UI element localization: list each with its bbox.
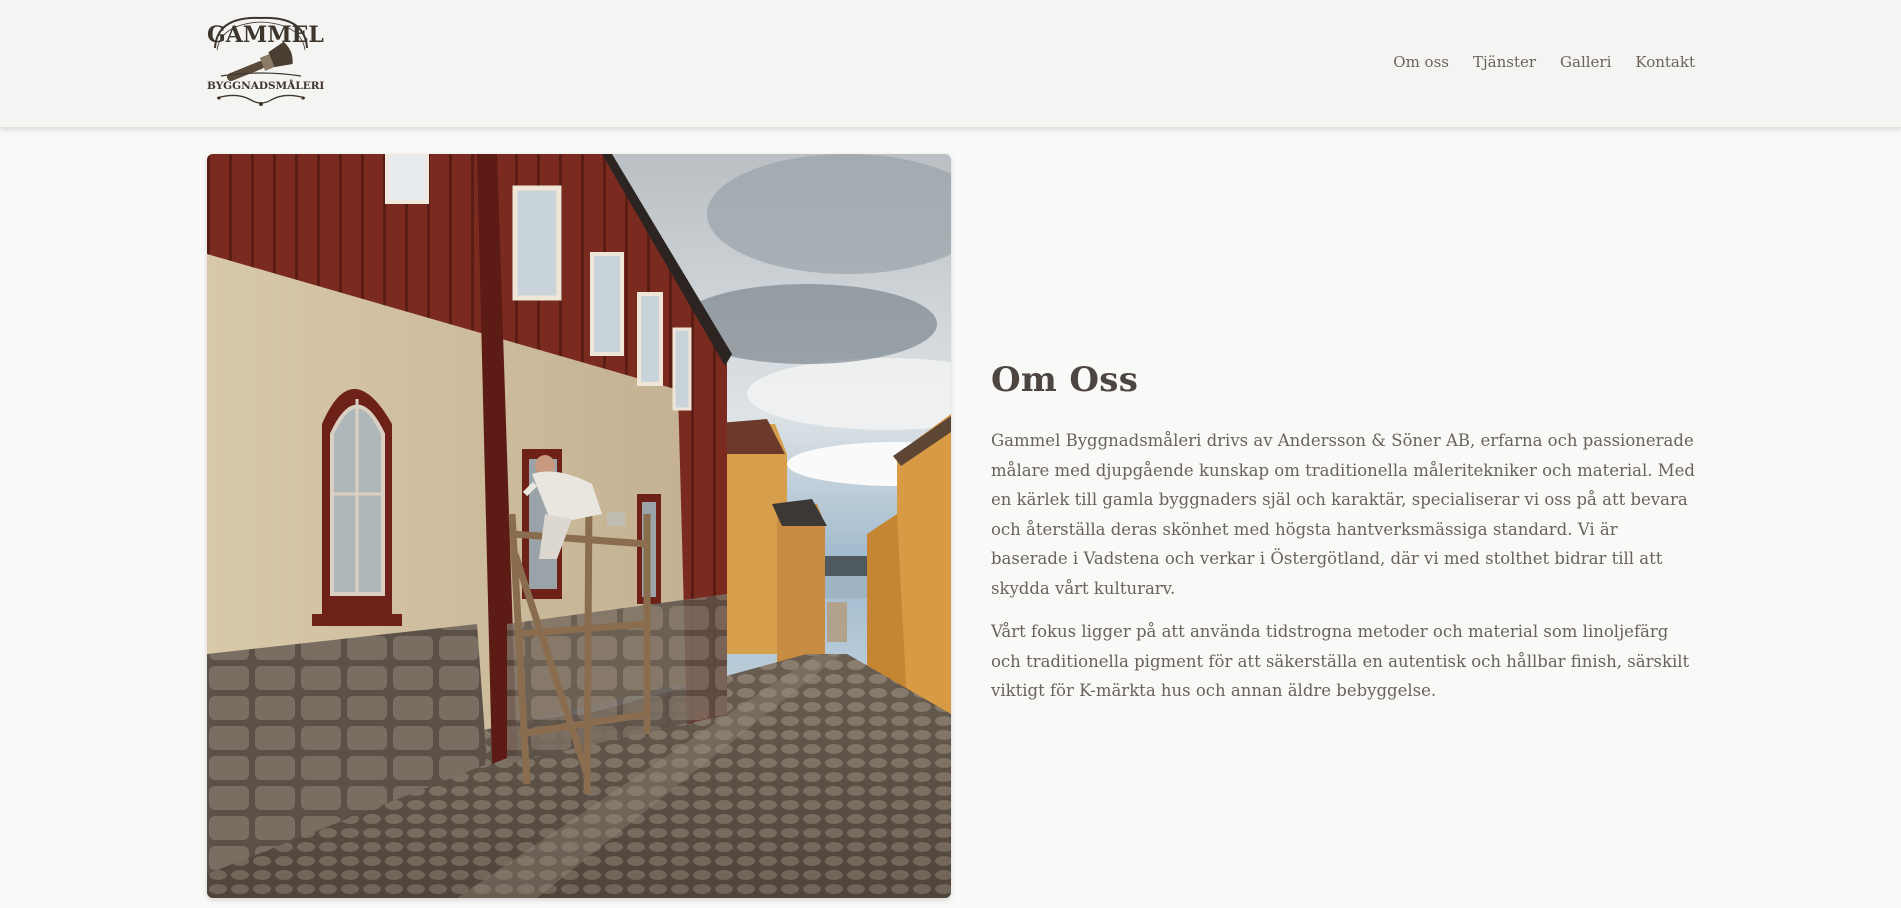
main-nav: Om oss Tjänster Galleri Kontakt (1393, 53, 1695, 71)
about-paragraph-2: Vårt fokus ligger på att använda tidstro… (991, 622, 1690, 700)
logo-wordmark-top: GAMMEL (207, 22, 324, 48)
about-heading: Om Oss (991, 360, 1139, 400)
site-header: GAMMEL BYGGNADSMÅLERI Om oss Tjänster Ga… (0, 0, 1901, 128)
nav-link-tjanster[interactable]: Tjänster (1473, 53, 1536, 71)
nav-link-kontakt[interactable]: Kontakt (1635, 53, 1695, 71)
nav-link-galleri[interactable]: Galleri (1560, 53, 1611, 71)
about-photo (207, 154, 951, 898)
about-paragraph-1: Gammel Byggnadsmåleri drivs av Andersson… (991, 431, 1695, 598)
about-section: Om Oss Gammel Byggnadsmåleri drivs av An… (991, 360, 1697, 720)
nav-link-om-oss[interactable]: Om oss (1393, 53, 1449, 71)
street-painting-illustration (207, 154, 951, 898)
logo-wordmark-bottom: BYGGNADSMÅLERI (207, 80, 325, 92)
brand-logo[interactable]: GAMMEL BYGGNADSMÅLERI (207, 14, 325, 110)
